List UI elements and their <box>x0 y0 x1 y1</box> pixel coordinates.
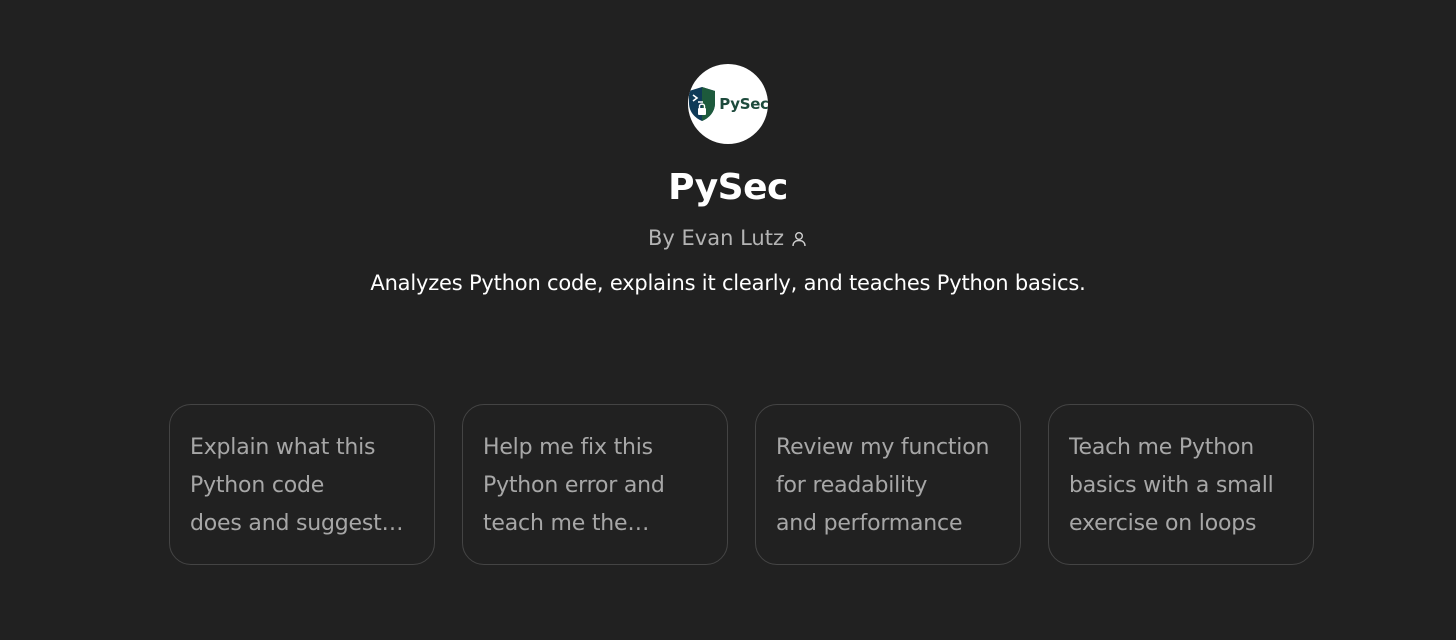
starter-text-line: for readability <box>776 473 928 498</box>
gpt-description: Analyzes Python code, explains it clearl… <box>370 271 1086 295</box>
starter-text-line: Python code <box>190 473 325 498</box>
starter-card-review-function[interactable]: Review my function for readability and p… <box>755 404 1021 565</box>
starter-text-line: teach me the… <box>483 511 650 536</box>
starter-text-line: Help me fix this <box>483 435 653 460</box>
gpt-avatar: PySec <box>688 64 768 144</box>
starter-text-line: exercise on loops <box>1069 511 1257 536</box>
starter-card-explain-code[interactable]: Explain what this Python code does and s… <box>169 404 435 565</box>
starter-text-line: Review my function <box>776 435 990 460</box>
starter-text-line: basics with a small <box>1069 473 1274 498</box>
conversation-starters: Explain what this Python code does and s… <box>169 404 1314 565</box>
gpt-landing-page: PySec PySec By Evan Lutz Analyzes Python… <box>0 0 1456 640</box>
author-name: By Evan Lutz <box>648 226 784 250</box>
starter-text-line: does and suggest… <box>190 511 404 536</box>
shield-terminal-lock-icon <box>689 87 716 121</box>
logo-wordmark: PySec <box>719 95 768 113</box>
starter-card-fix-error[interactable]: Help me fix this Python error and teach … <box>462 404 728 565</box>
author-byline[interactable]: By Evan Lutz <box>648 228 808 249</box>
pysec-logo: PySec <box>688 86 768 122</box>
person-icon <box>790 230 808 248</box>
gpt-header: PySec PySec By Evan Lutz Analyzes Python… <box>0 64 1456 294</box>
starter-text-line: and performance <box>776 511 963 536</box>
starter-text-line: Python error and <box>483 473 665 498</box>
starter-text-line: Teach me Python <box>1069 435 1254 460</box>
starter-card-teach-basics[interactable]: Teach me Python basics with a small exer… <box>1048 404 1314 565</box>
gpt-title: PySec <box>668 167 788 208</box>
starter-text-line: Explain what this <box>190 435 376 460</box>
